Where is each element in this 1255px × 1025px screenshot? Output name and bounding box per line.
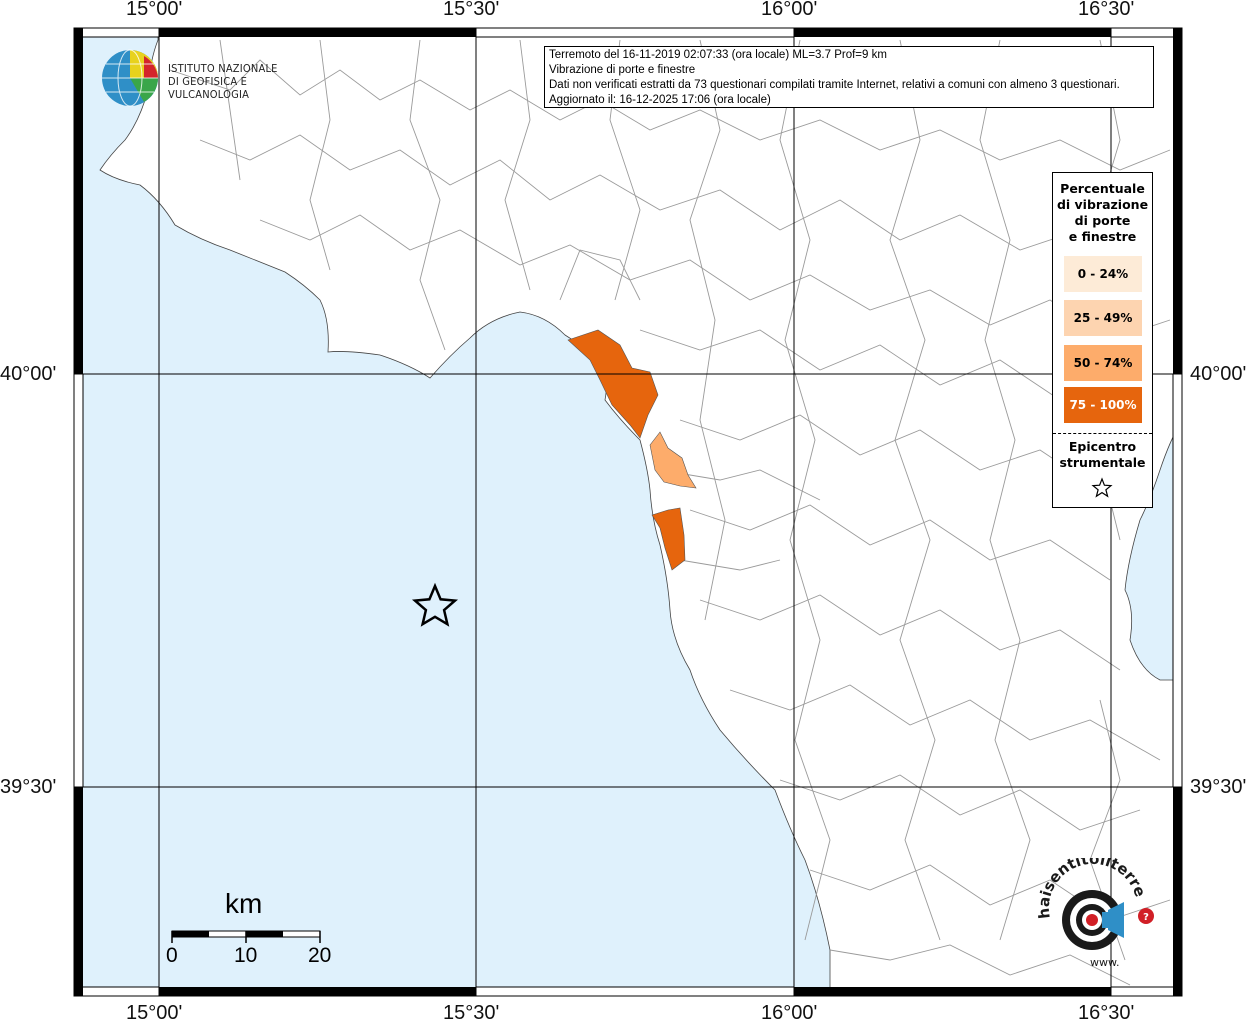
event-info-box: Terremoto del 16-11-2019 02:07:33 (ora l… [544, 46, 1154, 108]
legend-title-line: di porte [1074, 213, 1131, 228]
legend-epicenter-line: Epicentro [1068, 439, 1137, 454]
map-subject: Vibrazione di porte e finestre [549, 64, 696, 76]
lon-label-bottom-3: 16°00' [761, 1002, 818, 1024]
legend-epicenter-line: strumentale [1059, 455, 1146, 470]
lon-label-bottom-1: 15°00' [126, 1002, 183, 1024]
legend-class-3: 75 - 100% [1064, 387, 1142, 423]
data-note: Dati non verificati estratti da 73 quest… [549, 79, 1120, 91]
globe-icon [102, 49, 158, 107]
legend-epicenter-label: Epicentro strumentale [1053, 439, 1152, 471]
ingv-logo: ISTITUTO NAZIONALE DI GEOFISICA E VULCAN… [100, 46, 320, 110]
scale-tick-0: 0 [166, 944, 178, 967]
event-title: Terremoto del 16-11-2019 02:07:33 (ora l… [549, 49, 887, 61]
legend-title: Percentuale di vibrazione di porte e fin… [1053, 181, 1152, 245]
legend-separator [1053, 433, 1152, 434]
legend-title-line: e finestre [1068, 229, 1137, 244]
legend-class-1: 25 - 49% [1064, 300, 1142, 336]
legend: Percentuale di vibrazione di porte e fin… [1052, 172, 1153, 508]
legend-title-line: Percentuale [1060, 181, 1145, 196]
lon-label-top-3: 16°00' [761, 0, 818, 20]
update-time: Aggiornato il: 16-12-2025 17:06 (ora loc… [549, 94, 771, 106]
scale-tick-10: 10 [234, 944, 258, 967]
lon-label-top-2: 15°30' [443, 0, 500, 20]
ingv-logo-line2: DI GEOFISICA E VULCANOLOGIA [168, 75, 250, 101]
legend-title-line: di vibrazione [1056, 197, 1149, 212]
scale-unit: km [225, 888, 263, 919]
lon-label-top-4: 16°30' [1078, 0, 1135, 20]
lon-label-bottom-4: 16°30' [1078, 1002, 1135, 1024]
lat-label-left-2: 39°30' [0, 776, 57, 798]
lon-label-bottom-2: 15°30' [443, 1002, 500, 1024]
target-speaker-icon: ? haisentitoilterremoto.it www. [1020, 844, 1154, 969]
lat-label-right-1: 40°00' [1190, 363, 1247, 385]
haisentito-logo: ? haisentitoilterremoto.it www. [1020, 844, 1168, 974]
legend-class-0: 0 - 24% [1064, 256, 1142, 292]
star-icon [1091, 477, 1113, 498]
ingv-logo-line1: ISTITUTO NAZIONALE [168, 62, 278, 75]
haisentito-logo-prefix: www. [1090, 956, 1119, 969]
lat-label-left-1: 40°00' [0, 363, 57, 385]
lon-label-top-1: 15°00' [126, 0, 183, 20]
legend-class-2: 50 - 74% [1064, 345, 1142, 381]
scale-tick-20: 20 [308, 944, 332, 967]
svg-text:?: ? [1143, 912, 1149, 923]
lat-label-right-2: 39°30' [1190, 776, 1247, 798]
